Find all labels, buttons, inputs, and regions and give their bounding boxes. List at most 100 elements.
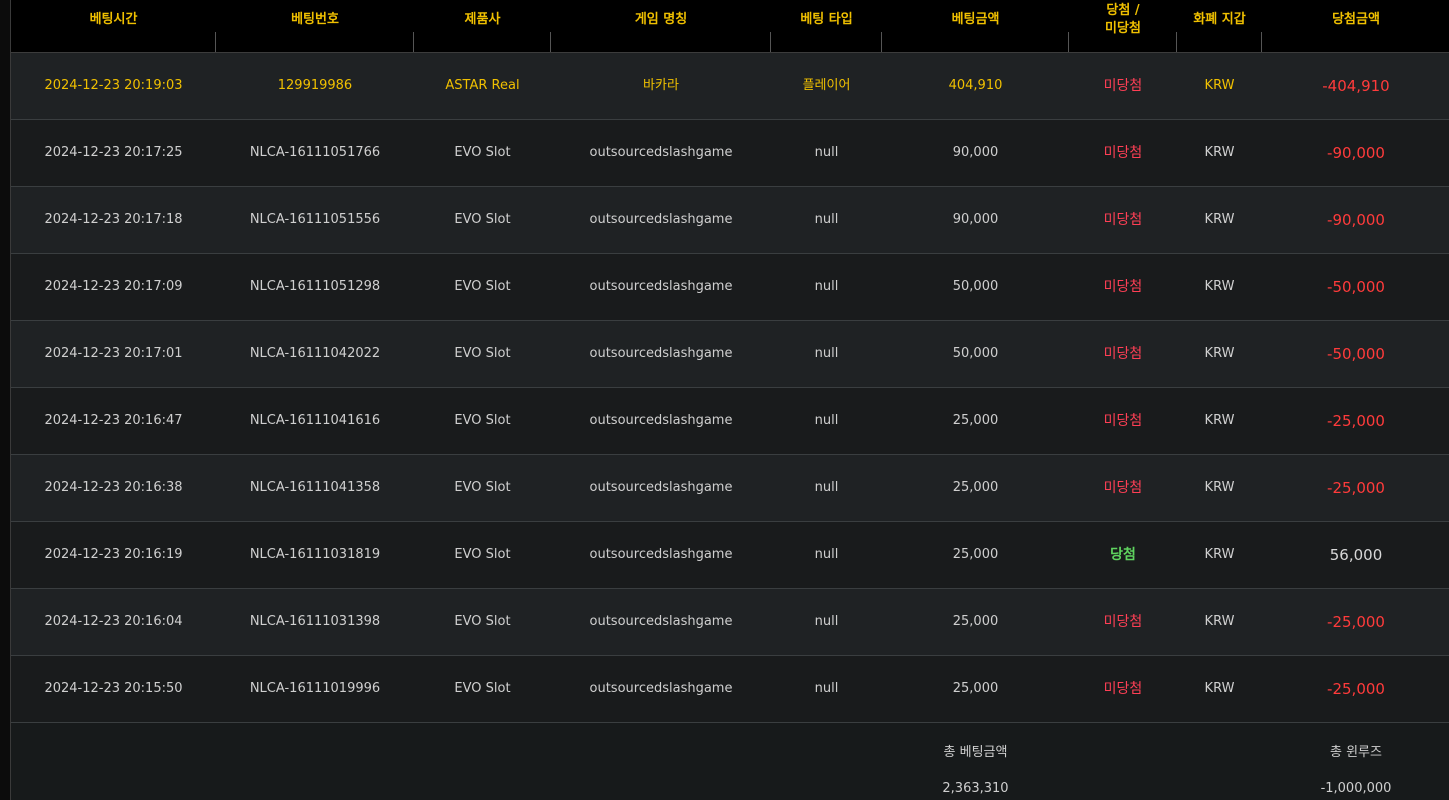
cell-bet-amount: 25,000	[952, 681, 999, 696]
cell-bet-number: NLCA-16111041358	[249, 480, 381, 495]
cell-bet-time: 2024-12-23 20:17:25	[44, 145, 183, 160]
cell-bet-amount: 25,000	[952, 547, 999, 562]
cell-provider: EVO Slot	[454, 145, 511, 160]
cell-win-amount: 56,000	[1329, 546, 1383, 564]
cell-game-name: outsourcedslashgame	[589, 480, 733, 495]
cell-win-amount: -50,000	[1327, 278, 1385, 296]
total-bet-label: 총 베팅금액	[943, 745, 1008, 760]
cell-result: 미당첨	[1103, 212, 1143, 228]
cell-provider: EVO Slot	[454, 346, 511, 361]
cell-currency: KRW	[1204, 480, 1235, 495]
summary-footer: 총 베팅금액 2,363,310 총 윈루즈 -1,000,000	[11, 723, 1449, 800]
header-bet-number[interactable]: 베팅번호	[216, 0, 414, 52]
cell-bet-amount: 25,000	[952, 413, 999, 428]
cell-bet-type: null	[814, 480, 839, 495]
cell-provider: EVO Slot	[454, 480, 511, 495]
cell-result: 미당첨	[1103, 480, 1143, 496]
total-winloss-label: 총 윈루즈	[1330, 745, 1382, 760]
cell-bet-number: NLCA-16111019996	[249, 681, 381, 696]
cell-currency: KRW	[1204, 212, 1235, 227]
cell-bet-number: NLCA-16111031819	[249, 547, 381, 562]
cell-bet-type: null	[814, 547, 839, 562]
cell-win-amount: -90,000	[1327, 211, 1385, 229]
cell-win-amount: -90,000	[1327, 144, 1385, 162]
cell-result: 미당첨	[1103, 614, 1143, 630]
cell-currency: KRW	[1204, 614, 1235, 629]
cell-game-name: outsourcedslashgame	[589, 145, 733, 160]
cell-game-name: outsourcedslashgame	[589, 614, 733, 629]
cell-bet-number: 129919986	[277, 78, 353, 93]
cell-game-name: 바카라	[643, 78, 679, 93]
header-win-amount[interactable]: 당첨금액	[1262, 0, 1449, 52]
cell-currency: KRW	[1204, 413, 1235, 428]
cell-bet-amount: 90,000	[952, 145, 999, 160]
cell-currency: KRW	[1204, 145, 1235, 160]
cell-provider: EVO Slot	[454, 681, 511, 696]
cell-bet-amount: 404,910	[948, 78, 1003, 93]
header-bet-amount[interactable]: 베팅금액	[882, 0, 1069, 52]
cell-game-name: outsourcedslashgame	[589, 346, 733, 361]
total-winloss-value: -1,000,000	[1320, 781, 1392, 796]
header-currency[interactable]: 화폐 지갑	[1177, 0, 1262, 52]
cell-bet-number: NLCA-16111041616	[249, 413, 381, 428]
bet-history-panel: 베팅시간 베팅번호 제품사 게임 명칭 베팅 타입 베팅금액 당첨 / 미당첨 화…	[10, 0, 1449, 800]
cell-bet-number: NLCA-16111051766	[249, 145, 381, 160]
table-row[interactable]: 2024-12-23 20:16:19 NLCA-16111031819 EVO S…	[11, 522, 1449, 589]
cell-bet-time: 2024-12-23 20:16:19	[44, 547, 183, 562]
cell-provider: EVO Slot	[454, 614, 511, 629]
cell-bet-type: null	[814, 614, 839, 629]
table-row[interactable]: 2024-12-23 20:15:50 NLCA-16111019996 EVO S…	[11, 656, 1449, 723]
cell-win-amount: -50,000	[1327, 345, 1385, 363]
cell-bet-number: NLCA-16111051556	[249, 212, 381, 227]
table-row[interactable]: 2024-12-23 20:17:18 NLCA-16111051556 EVO S…	[11, 187, 1449, 254]
cell-bet-amount: 25,000	[952, 480, 999, 495]
cell-bet-time: 2024-12-23 20:19:03	[44, 78, 183, 93]
cell-bet-type: null	[814, 681, 839, 696]
cell-currency: KRW	[1204, 346, 1235, 361]
cell-bet-type: null	[814, 212, 839, 227]
cell-bet-time: 2024-12-23 20:16:47	[44, 413, 183, 428]
table-row[interactable]: 2024-12-23 20:17:25 NLCA-16111051766 EVO S…	[11, 120, 1449, 187]
table-row[interactable]: 2024-12-23 20:16:47 NLCA-16111041616 EVO S…	[11, 388, 1449, 455]
cell-bet-type: null	[814, 145, 839, 160]
header-result-line1: 당첨 /	[1106, 3, 1140, 18]
cell-currency: KRW	[1204, 681, 1235, 696]
table-row[interactable]: 2024-12-23 20:16:38 NLCA-16111041358 EVO S…	[11, 455, 1449, 522]
cell-game-name: outsourcedslashgame	[589, 413, 733, 428]
cell-game-name: outsourcedslashgame	[589, 547, 733, 562]
cell-game-name: outsourcedslashgame	[589, 279, 733, 294]
cell-bet-type: null	[814, 346, 839, 361]
cell-result: 미당첨	[1103, 413, 1143, 429]
cell-bet-time: 2024-12-23 20:16:04	[44, 614, 183, 629]
cell-result: 미당첨	[1103, 145, 1143, 161]
header-result-line2: 미당첨	[1105, 21, 1141, 36]
header-provider[interactable]: 제품사	[414, 0, 551, 52]
cell-provider: EVO Slot	[454, 547, 511, 562]
cell-bet-amount: 50,000	[952, 279, 999, 294]
header-bet-time[interactable]: 베팅시간	[11, 0, 216, 52]
cell-bet-number: NLCA-16111042022	[249, 346, 381, 361]
total-bet-value: 2,363,310	[942, 781, 1009, 796]
cell-bet-type: null	[814, 279, 839, 294]
table-row[interactable]: 2024-12-23 20:16:04 NLCA-16111031398 EVO S…	[11, 589, 1449, 656]
cell-win-amount: -25,000	[1327, 613, 1385, 631]
cell-game-name: outsourcedslashgame	[589, 212, 733, 227]
cell-currency: KRW	[1204, 279, 1235, 294]
cell-bet-time: 2024-12-23 20:16:38	[44, 480, 183, 495]
header-bet-type[interactable]: 베팅 타입	[771, 0, 882, 52]
table-row[interactable]: 2024-12-23 20:17:01 NLCA-16111042022 EVO S…	[11, 321, 1449, 388]
cell-bet-time: 2024-12-23 20:17:01	[44, 346, 183, 361]
cell-provider: EVO Slot	[454, 413, 511, 428]
cell-win-amount: -25,000	[1327, 680, 1385, 698]
cell-bet-time: 2024-12-23 20:15:50	[44, 681, 183, 696]
table-row[interactable]: 2024-12-23 20:19:03 129919986 ASTAR Real 바카…	[11, 53, 1449, 120]
cell-provider: ASTAR Real	[445, 78, 520, 93]
cell-bet-amount: 90,000	[952, 212, 999, 227]
cell-bet-amount: 25,000	[952, 614, 999, 629]
header-game-name[interactable]: 게임 명칭	[551, 0, 771, 52]
cell-bet-type: 플레이어	[802, 78, 851, 93]
cell-provider: EVO Slot	[454, 279, 511, 294]
table-row[interactable]: 2024-12-23 20:17:09 NLCA-16111051298 EVO S…	[11, 254, 1449, 321]
header-result[interactable]: 당첨 / 미당첨	[1069, 0, 1177, 52]
cell-win-amount: -25,000	[1327, 412, 1385, 430]
